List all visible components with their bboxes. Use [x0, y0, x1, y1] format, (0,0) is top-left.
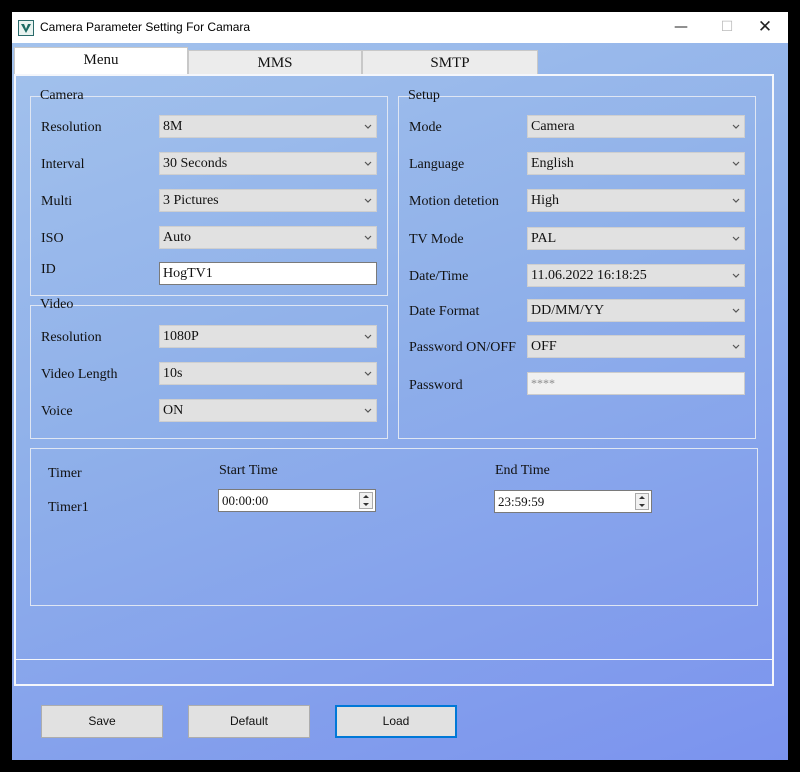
tab-smtp[interactable]: SMTP [362, 50, 538, 76]
password-label: Password [409, 378, 463, 393]
end-time-spinner[interactable] [635, 493, 649, 510]
start-time-value: 00:00:00 [222, 493, 269, 508]
camera-resolution-value: 8M [163, 119, 183, 134]
video-resolution-label: Resolution [41, 330, 102, 345]
start-time-label: Start Time [219, 463, 278, 478]
tab-panel-menu: Camera Resolution 8M Interval 30 Seconds… [14, 74, 774, 686]
end-time-input[interactable]: 23:59:59 [494, 490, 652, 513]
voice-value: ON [163, 403, 184, 418]
password-toggle-value: OFF [531, 339, 557, 354]
load-button[interactable]: Load [335, 705, 457, 738]
spin-up-icon[interactable] [360, 493, 372, 500]
camera-resolution-label: Resolution [41, 120, 102, 135]
timer-group [30, 448, 758, 606]
spin-down-icon[interactable] [360, 501, 372, 508]
interval-select[interactable]: 30 Seconds [159, 152, 377, 175]
dropdown-arrow-icon [364, 161, 372, 166]
mode-value: Camera [531, 119, 575, 134]
id-input[interactable]: HogTV1 [159, 262, 377, 285]
date-time-picker[interactable]: 11.06.2022 16:18:25 [527, 264, 745, 287]
dropdown-arrow-icon [364, 235, 372, 240]
app-icon [18, 20, 34, 36]
mode-label: Mode [409, 120, 442, 135]
date-format-select[interactable]: DD/MM/YY [527, 299, 745, 322]
motion-detection-select[interactable]: High [527, 189, 745, 212]
save-button[interactable]: Save [41, 705, 163, 738]
password-toggle-select[interactable]: OFF [527, 335, 745, 358]
language-value: English [531, 156, 574, 171]
title-bar: Camera Parameter Setting For Camara — ☐ … [12, 12, 788, 43]
dropdown-arrow-icon [732, 273, 740, 278]
video-resolution-select[interactable]: 1080P [159, 325, 377, 348]
window-title: Camera Parameter Setting For Camara [40, 20, 251, 34]
tab-mms[interactable]: MMS [188, 50, 362, 76]
tv-mode-select[interactable]: PAL [527, 227, 745, 250]
iso-value: Auto [163, 230, 191, 245]
dropdown-arrow-icon [364, 371, 372, 376]
timer-label: Timer [48, 466, 82, 481]
date-time-value: 11.06.2022 16:18:25 [531, 268, 647, 283]
dropdown-arrow-icon [732, 198, 740, 203]
password-toggle-label: Password ON/OFF [409, 340, 516, 355]
tab-menu[interactable]: Menu [14, 47, 188, 76]
end-time-value: 23:59:59 [498, 494, 545, 509]
spin-down-icon[interactable] [636, 502, 648, 509]
date-format-value: DD/MM/YY [531, 303, 605, 318]
date-time-label: Date/Time [409, 269, 469, 284]
spin-up-icon[interactable] [636, 494, 648, 501]
language-label: Language [409, 157, 465, 172]
multi-label: Multi [41, 194, 73, 209]
voice-select[interactable]: ON [159, 399, 377, 422]
date-format-label: Date Format [409, 304, 480, 319]
id-label: ID [41, 262, 56, 277]
interval-value: 30 Seconds [163, 156, 228, 171]
dropdown-arrow-icon [732, 308, 740, 313]
default-button[interactable]: Default [188, 705, 310, 738]
language-select[interactable]: English [527, 152, 745, 175]
camera-group-title: Camera [40, 88, 84, 103]
end-time-label: End Time [495, 463, 550, 478]
iso-label: ISO [41, 231, 64, 246]
setup-group-title: Setup [408, 88, 440, 103]
camera-resolution-select[interactable]: 8M [159, 115, 377, 138]
dropdown-arrow-icon [364, 334, 372, 339]
start-time-input[interactable]: 00:00:00 [218, 489, 376, 512]
password-input[interactable]: **** [527, 372, 745, 395]
iso-select[interactable]: Auto [159, 226, 377, 249]
tv-mode-value: PAL [531, 231, 557, 246]
dropdown-arrow-icon [732, 124, 740, 129]
voice-label: Voice [41, 404, 73, 419]
dropdown-arrow-icon [732, 161, 740, 166]
video-group-title: Video [40, 297, 74, 312]
dropdown-arrow-icon [732, 236, 740, 241]
mode-select[interactable]: Camera [527, 115, 745, 138]
dropdown-arrow-icon [364, 124, 372, 129]
video-length-select[interactable]: 10s [159, 362, 377, 385]
multi-value: 3 Pictures [163, 193, 219, 208]
motion-detection-label: Motion detetion [409, 194, 499, 209]
motion-detection-value: High [531, 193, 559, 208]
video-length-value: 10s [163, 366, 183, 381]
dropdown-arrow-icon [364, 408, 372, 413]
video-resolution-value: 1080P [163, 329, 199, 344]
interval-label: Interval [41, 157, 85, 172]
dropdown-arrow-icon [364, 198, 372, 203]
panel-divider [14, 659, 772, 660]
start-time-spinner[interactable] [359, 492, 373, 509]
close-button[interactable]: ✕ [742, 12, 788, 43]
tv-mode-label: TV Mode [409, 232, 464, 247]
dropdown-arrow-icon [732, 344, 740, 349]
video-length-label: Video Length [41, 367, 118, 382]
main-window: Camera Parameter Setting For Camara — ☐ … [12, 12, 788, 760]
minimize-button[interactable]: — [658, 12, 704, 43]
timer1-label: Timer1 [48, 500, 89, 515]
multi-select[interactable]: 3 Pictures [159, 189, 377, 212]
